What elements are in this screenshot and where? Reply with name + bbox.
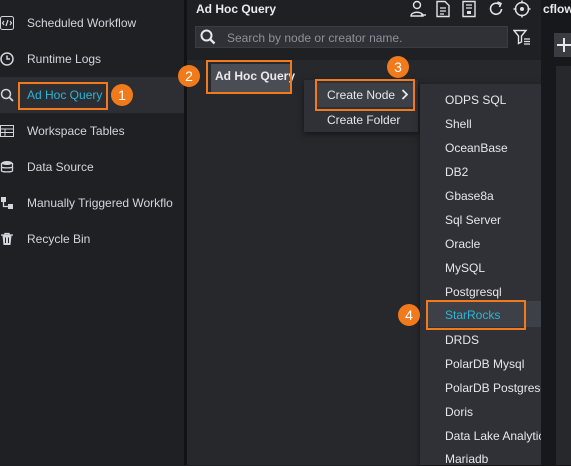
callout-box-starrocks bbox=[426, 300, 526, 330]
callout-box-ad-hoc-query bbox=[18, 82, 108, 110]
editor-tab-label[interactable]: cflow bbox=[543, 2, 571, 16]
manual-workflow-icon bbox=[0, 196, 14, 210]
step-badge-2: 2 bbox=[178, 65, 200, 87]
trash-icon bbox=[0, 232, 14, 246]
page-title: Ad Hoc Query bbox=[196, 2, 277, 16]
menu-item-create-folder[interactable]: Create Folder bbox=[327, 113, 400, 127]
step-badge-4: 4 bbox=[398, 304, 420, 326]
callout-box-tree-node bbox=[206, 60, 292, 94]
search-icon bbox=[200, 29, 216, 48]
sidebar: Scheduled Workflow Runtime Logs Ad Hoc Q… bbox=[0, 0, 184, 465]
sidebar-item-recycle-bin[interactable]: Recycle Bin bbox=[0, 221, 184, 257]
submenu-item-db2[interactable]: DB2 bbox=[445, 165, 468, 179]
sidebar-item-label: Data Source bbox=[27, 160, 94, 174]
callout-box-create-node bbox=[315, 79, 415, 111]
submenu-item-shell[interactable]: Shell bbox=[445, 117, 472, 131]
submenu-item-sql-server[interactable]: Sql Server bbox=[445, 213, 501, 227]
submenu-item-postgresql[interactable]: Postgresql bbox=[445, 285, 502, 299]
submenu-item-mysql[interactable]: MySQL bbox=[445, 261, 485, 275]
submenu-item-drds[interactable]: DRDS bbox=[445, 333, 479, 347]
code-icon bbox=[0, 16, 14, 30]
filter-icon[interactable] bbox=[512, 29, 531, 48]
sidebar-item-runtime-logs[interactable]: Runtime Logs bbox=[0, 41, 184, 77]
clock-icon bbox=[0, 52, 14, 66]
step-badge-1: 1 bbox=[111, 84, 133, 106]
sidebar-item-data-source[interactable]: Data Source bbox=[0, 149, 184, 185]
submenu-item-odps-sql[interactable]: ODPS SQL bbox=[445, 93, 506, 107]
refresh-icon[interactable] bbox=[487, 0, 505, 18]
sidebar-item-workspace-tables[interactable]: Workspace Tables bbox=[0, 113, 184, 149]
step-badge-3: 3 bbox=[387, 56, 409, 78]
submenu-item-data-lake-analytics[interactable]: Data Lake Analytics bbox=[445, 429, 550, 443]
submenu-item-gbase8a[interactable]: Gbase8a bbox=[445, 189, 494, 203]
sidebar-item-label: Recycle Bin bbox=[27, 232, 91, 246]
table-icon bbox=[0, 124, 14, 138]
submenu-item-doris[interactable]: Doris bbox=[445, 405, 473, 419]
submenu-item-polardb-mysql[interactable]: PolarDB Mysql bbox=[445, 357, 524, 371]
submenu-item-mariadb[interactable]: Mariadb bbox=[445, 452, 488, 466]
submenu-item-oceanbase[interactable]: OceanBase bbox=[445, 141, 508, 155]
search-icon bbox=[0, 88, 14, 102]
sidebar-item-scheduled-workflow[interactable]: Scheduled Workflow bbox=[0, 5, 184, 41]
add-tab-button[interactable] bbox=[554, 33, 571, 57]
submenu-item-oracle[interactable]: Oracle bbox=[445, 237, 480, 251]
user-icon[interactable] bbox=[409, 0, 427, 18]
sidebar-item-label: Manually Triggered Workflo bbox=[27, 196, 173, 210]
search-placeholder: Search by node or creator name. bbox=[227, 31, 403, 45]
sidebar-item-label: Scheduled Workflow bbox=[27, 16, 137, 30]
sidebar-item-label: Runtime Logs bbox=[27, 52, 102, 66]
editor-side-panel bbox=[556, 66, 571, 465]
sidebar-item-manually-triggered-workflow[interactable]: Manually Triggered Workflo bbox=[0, 185, 184, 221]
database-icon bbox=[0, 160, 14, 174]
submenu-item-polardb-postgresql[interactable]: PolarDB Postgresql bbox=[445, 381, 550, 395]
archive-icon[interactable] bbox=[460, 0, 478, 18]
plus-icon bbox=[557, 38, 571, 52]
sidebar-item-label: Workspace Tables bbox=[27, 124, 125, 138]
locate-icon[interactable] bbox=[513, 0, 531, 18]
document-icon[interactable] bbox=[434, 0, 452, 18]
